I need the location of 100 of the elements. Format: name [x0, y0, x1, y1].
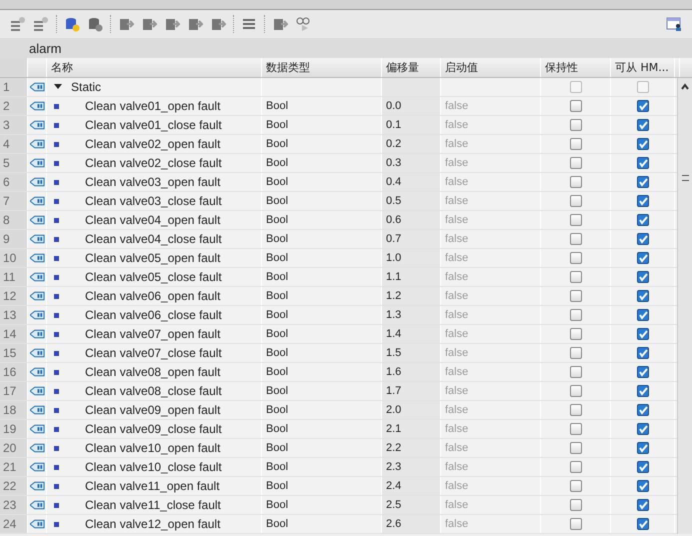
member-icon	[54, 408, 59, 412]
table-row[interactable]: 5 Clean valve02_close fault Bool 0.3 false	[0, 154, 677, 173]
offset-cell	[382, 78, 441, 96]
scroll-up-icon[interactable]	[680, 82, 690, 92]
member-name: Clean valve04_close fault	[85, 232, 222, 246]
glasses-icon[interactable]	[295, 16, 311, 32]
retain-checkbox[interactable]	[570, 423, 582, 435]
retain-checkbox[interactable]	[570, 119, 582, 131]
retain-checkbox[interactable]	[570, 81, 582, 93]
expand-icon[interactable]	[54, 83, 62, 91]
retain-checkbox[interactable]	[570, 176, 582, 188]
retain-checkbox[interactable]	[570, 442, 582, 454]
tag-icon	[30, 386, 45, 396]
retain-checkbox[interactable]	[570, 518, 582, 530]
hmi-checkbox[interactable]	[636, 100, 648, 112]
hmi-checkbox[interactable]	[636, 328, 648, 340]
hmi-checkbox[interactable]	[636, 233, 648, 245]
retain-checkbox[interactable]	[570, 157, 582, 169]
export-all-icon[interactable]	[210, 16, 226, 32]
member-icon	[54, 122, 59, 128]
table-row[interactable]: 11 Clean valve05_close fault Bool 1.1 false	[0, 268, 677, 287]
hmi-checkbox[interactable]	[636, 119, 648, 131]
retain-checkbox[interactable]	[570, 480, 582, 492]
retain-checkbox[interactable]	[570, 499, 582, 511]
scrollbar[interactable]	[677, 78, 692, 534]
column-header[interactable]: 偏移量	[382, 58, 441, 77]
table-row[interactable]: 6 Clean valve03_open fault Bool 0.4 false	[0, 173, 677, 192]
hmi-checkbox[interactable]	[636, 423, 648, 435]
retain-checkbox[interactable]	[570, 271, 582, 283]
table-row[interactable]: 15 Clean valve07_close fault Bool 1.5 false	[0, 344, 677, 363]
offset-cell: 1.1	[382, 268, 441, 286]
table-row[interactable]: 17 Clean valve08_close fault Bool 1.7 false	[0, 382, 677, 401]
hmi-checkbox[interactable]	[636, 480, 648, 492]
retain-checkbox[interactable]	[570, 290, 582, 302]
hmi-checkbox[interactable]	[636, 385, 648, 397]
retain-checkbox[interactable]	[570, 214, 582, 226]
retain-checkbox[interactable]	[570, 461, 582, 473]
retain-checkbox[interactable]	[570, 138, 582, 150]
hmi-checkbox[interactable]	[636, 518, 648, 530]
table-row[interactable]: 22 Clean valve11_open fault Bool 2.4 false	[0, 477, 677, 496]
retain-checkbox[interactable]	[570, 366, 582, 378]
start-value: false	[445, 195, 468, 207]
hmi-checkbox[interactable]	[636, 442, 648, 454]
row-number: 13	[0, 306, 28, 324]
table-row[interactable]: 12 Clean valve06_open fault Bool 1.2 false	[0, 287, 677, 306]
hmi-checkbox[interactable]	[636, 404, 648, 416]
list-icon[interactable]	[241, 16, 257, 32]
hmi-checkbox[interactable]	[636, 290, 648, 302]
retain-checkbox[interactable]	[570, 195, 582, 207]
column-header[interactable]: 可从 HM...	[611, 58, 675, 77]
hmi-checkbox[interactable]	[636, 366, 648, 378]
retain-checkbox[interactable]	[570, 252, 582, 264]
tag-icon	[30, 500, 45, 510]
table-row[interactable]: 2 Clean valve01_open fault Bool 0.0 false	[0, 97, 677, 116]
column-header[interactable]: 数据类型	[262, 58, 382, 77]
table-row[interactable]: 10 Clean valve05_open fault Bool 1.0 false	[0, 249, 677, 268]
offset-cell: 0.6	[382, 211, 441, 229]
table-row[interactable]: 16 Clean valve08_open fault Bool 1.6 false	[0, 363, 677, 382]
hmi-checkbox[interactable]	[636, 214, 648, 226]
hmi-checkbox[interactable]	[636, 271, 648, 283]
retain-checkbox[interactable]	[570, 233, 582, 245]
row-number: 18	[0, 401, 28, 419]
hmi-checkbox[interactable]	[636, 81, 648, 93]
hmi-checkbox[interactable]	[636, 195, 648, 207]
scroll-grip-icon[interactable]	[682, 175, 688, 181]
table-row[interactable]: 18 Clean valve09_open fault Bool 2.0 false	[0, 401, 677, 420]
table-row[interactable]: 1 Static	[0, 78, 677, 97]
table-row[interactable]: 20 Clean valve10_open fault Bool 2.2 false	[0, 439, 677, 458]
member-icon	[54, 502, 59, 508]
view-icon[interactable]	[666, 16, 682, 32]
hmi-checkbox[interactable]	[636, 138, 648, 150]
table-row[interactable]: 19 Clean valve09_close fault Bool 2.1 false	[0, 420, 677, 439]
retain-checkbox[interactable]	[570, 347, 582, 359]
hmi-checkbox[interactable]	[636, 252, 648, 264]
hmi-checkbox[interactable]	[636, 461, 648, 473]
table-row[interactable]: 14 Clean valve07_open fault Bool 1.4 false	[0, 325, 677, 344]
table-row[interactable]: 9 Clean valve04_close fault Bool 0.7 false	[0, 230, 677, 249]
column-header[interactable]: 保持性	[541, 58, 611, 77]
retain-checkbox[interactable]	[570, 404, 582, 416]
hmi-checkbox[interactable]	[636, 309, 648, 321]
table-row[interactable]: 3 Clean valve01_close fault Bool 0.1 false	[0, 116, 677, 135]
retain-checkbox[interactable]	[570, 385, 582, 397]
hmi-checkbox[interactable]	[636, 347, 648, 359]
table-row[interactable]: 23 Clean valve11_close fault Bool 2.5 false	[0, 496, 677, 515]
table-row[interactable]: 21 Clean valve10_close fault Bool 2.3 false	[0, 458, 677, 477]
table-row[interactable]: 4 Clean valve02_open fault Bool 0.2 false	[0, 135, 677, 154]
retain-checkbox[interactable]	[570, 328, 582, 340]
column-header[interactable]: 启动值	[441, 58, 541, 77]
table-row[interactable]: 8 Clean valve04_open fault Bool 0.6 false	[0, 211, 677, 230]
table-row[interactable]: 7 Clean valve03_close fault Bool 0.5 false	[0, 192, 677, 211]
retain-checkbox[interactable]	[570, 100, 582, 112]
hmi-checkbox[interactable]	[636, 176, 648, 188]
table-row[interactable]: 13 Clean valve06_close fault Bool 1.3 false	[0, 306, 677, 325]
export-icon[interactable]	[187, 16, 203, 32]
table-row[interactable]: 24 Clean valve12_open fault Bool 2.6 false	[0, 515, 677, 534]
database-icon[interactable]	[64, 16, 80, 32]
hmi-checkbox[interactable]	[636, 157, 648, 169]
retain-checkbox[interactable]	[570, 309, 582, 321]
column-header[interactable]: 名称	[47, 58, 262, 77]
hmi-checkbox[interactable]	[636, 499, 648, 511]
